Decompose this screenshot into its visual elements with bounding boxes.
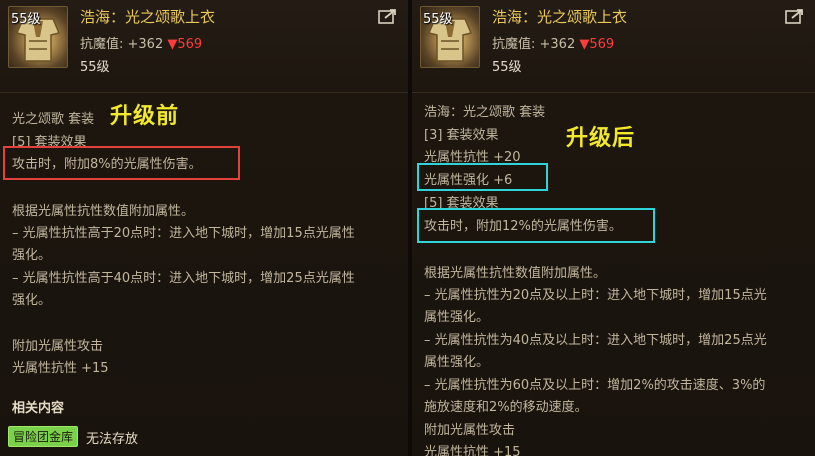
desc-line: 属性强化。 [424,355,490,370]
desc-line: – 光属性抗性为40点及以上时：进入地下城时，增加25点光 [424,333,767,348]
desc-line: – 光属性抗性高于40点时：进入地下城时，增加25点光属性 [12,271,355,286]
stat-decrease: ▼569 [167,37,203,52]
desc-line: 强化。 [12,248,52,263]
tooltip-header: 55级 浩海：光之颂歌上衣 抗魔值: +362 ▼569 55级 [412,0,815,93]
set3-effect-header: [3] 套装效果 [424,128,499,143]
magic-defense-stat: 抗魔值: +362 ▼569 [80,33,202,52]
tooltip-header: 55级 浩海：光之颂歌上衣 抗魔值: +362 ▼569 55级 [0,0,408,93]
desc-line: – 光属性抗性为20点及以上时：进入地下城时，增加15点光 [424,288,767,303]
tooltip-panel-before: 55级 浩海：光之颂歌上衣 抗魔值: +362 ▼569 55级 光之颂歌 套装… [0,0,408,456]
armor-icon[interactable]: 55级 [8,6,68,68]
item-name: 浩海：光之颂歌上衣 [492,8,628,26]
magic-defense-stat: 抗魔值: +362 ▼569 [492,33,614,52]
desc-line: 根据光属性抗性数值附加属性。 [12,204,195,219]
comparison-screenshot: 55级 浩海：光之颂歌上衣 抗魔值: +362 ▼569 55级 光之颂歌 套装… [0,0,815,456]
desc-line: – 光属性抗性为60点及以上时：增加2%的攻击速度、3%的 [424,378,766,393]
tooltip-panel-after: 55级 浩海：光之颂歌上衣 抗魔值: +362 ▼569 55级 浩海：光之颂歌… [412,0,815,456]
related-content-title: 相关内容 [12,401,65,416]
item-level: 55级 [492,60,522,75]
before-label: 升级前 [110,104,180,129]
desc-line: 属性强化。 [424,310,490,325]
highlight-box-cyan [417,208,655,243]
share-icon[interactable] [785,8,805,24]
desc-line: – 光属性抗性高于20点时：进入地下城时，增加15点光属性 [12,226,355,241]
vault-note: 无法存放 [86,432,139,447]
item-name: 浩海：光之颂歌上衣 [80,8,216,26]
stat-label: 抗魔值: +362 [492,37,576,52]
adventure-vault-tag[interactable]: 冒险团金库 [8,426,79,447]
extra-attack-title: 附加光属性攻击 [12,339,104,354]
set-name: 浩海：光之颂歌 套装 [424,105,546,120]
desc-line: 强化。 [12,293,52,308]
desc-line: 根据光属性抗性数值附加属性。 [424,266,607,281]
item-level-badge: 55级 [423,12,453,27]
share-icon[interactable] [378,8,398,24]
highlight-box-red [3,146,240,180]
extra-attack-value: 光属性抗性 +15 [12,361,109,376]
highlight-box-cyan [417,163,548,191]
desc-line: 施放速度和2%的移动速度。 [424,400,588,415]
set-name: 光之颂歌 套装 [12,112,95,127]
extra-attack-value: 光属性抗性 +15 [424,445,521,456]
armor-icon[interactable]: 55级 [420,6,480,68]
extra-attack-title: 附加光属性攻击 [424,423,516,438]
stat-label: 抗魔值: +362 [80,37,164,52]
item-level-badge: 55级 [11,12,41,27]
after-label: 升级后 [566,126,636,151]
item-level: 55级 [80,60,110,75]
stat-decrease: ▼569 [579,37,615,52]
